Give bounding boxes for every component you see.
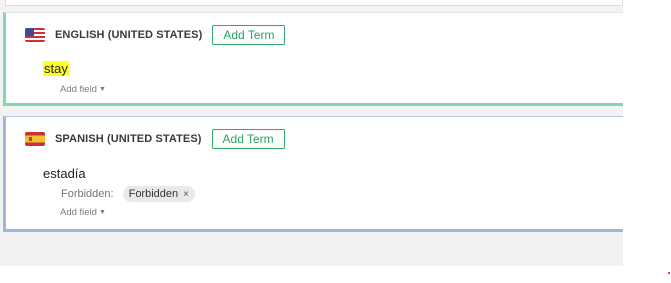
term-text[interactable]: stay	[43, 61, 69, 76]
spain-flag-icon	[25, 132, 45, 146]
add-term-button[interactable]: Add Term	[212, 25, 286, 45]
english-term-card: ENGLISH (UNITED STATES) Add Term stay Ad…	[3, 12, 623, 106]
spanish-term-card: SPANISH (UNITED STATES) Add Term estadía…	[3, 116, 623, 232]
language-name: ENGLISH (UNITED STATES)	[55, 29, 203, 41]
language-name: SPANISH (UNITED STATES)	[55, 133, 202, 145]
add-field-dropdown[interactable]: Add field ▼	[60, 84, 106, 95]
forbidden-tag-label: Forbidden	[128, 188, 179, 200]
previous-card-edge	[5, 0, 623, 6]
add-field-dropdown[interactable]: Add field ▼	[60, 207, 106, 218]
forbidden-field: Forbidden: Forbidden ×	[61, 186, 195, 202]
forbidden-tag[interactable]: Forbidden ×	[122, 186, 195, 202]
terminology-panel: ENGLISH (UNITED STATES) Add Term stay Ad…	[0, 0, 623, 266]
english-card-header: ENGLISH (UNITED STATES) Add Term	[25, 25, 286, 45]
add-term-button[interactable]: Add Term	[211, 129, 285, 149]
caret-down-icon: ▼	[98, 86, 106, 93]
close-icon[interactable]: ×	[183, 189, 189, 200]
add-field-label: Add field	[60, 207, 97, 218]
term-highlight: stay	[43, 61, 69, 76]
spanish-card-header: SPANISH (UNITED STATES) Add Term	[25, 129, 285, 149]
forbidden-label: Forbidden:	[61, 188, 114, 200]
caret-down-icon: ▼	[98, 209, 106, 216]
term-text[interactable]: estadía	[43, 166, 86, 181]
corner-mark	[668, 272, 670, 274]
us-flag-icon	[25, 28, 45, 42]
add-field-label: Add field	[60, 84, 97, 95]
